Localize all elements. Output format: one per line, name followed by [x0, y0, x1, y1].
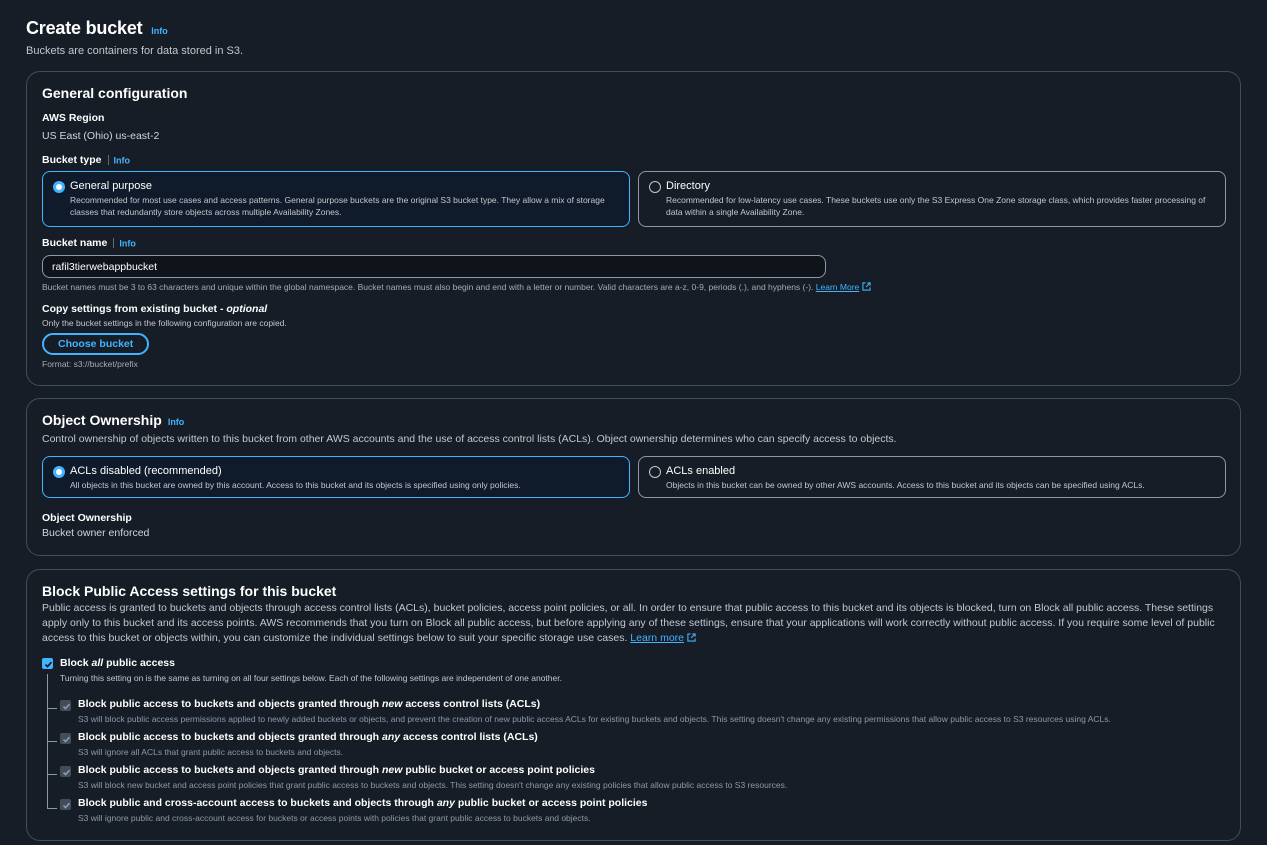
block-public-access-description: Public access is granted to buckets and …	[42, 601, 1227, 646]
radio-selected-icon[interactable]	[53, 466, 65, 478]
label-emphasis: any	[436, 797, 455, 809]
option-description: Objects in this bucket can be owned by o…	[666, 480, 1145, 490]
bucket-name-learn-more-link[interactable]: Learn More	[816, 282, 871, 292]
block-all-public-access-description: Turning this setting on is the same as t…	[60, 673, 562, 683]
bucket-name-info-link[interactable]: Info	[119, 238, 136, 248]
check-icon	[62, 736, 71, 743]
object-ownership-title: Object Ownership	[42, 412, 162, 428]
tree-connector-branch	[47, 808, 57, 809]
object-ownership-result-value: Bucket owner enforced	[42, 527, 150, 539]
bucket-name-hint: Bucket names must be 3 to 63 characters …	[42, 282, 871, 292]
bucket-type-general-purpose-option[interactable]: General purpose Recommended for most use…	[42, 171, 630, 227]
divider	[107, 155, 109, 166]
block-new-policies-label: Block public access to buckets and objec…	[78, 764, 595, 776]
block-new-acls-label: Block public access to buckets and objec…	[78, 698, 540, 710]
divider	[113, 238, 115, 249]
label-emphasis: new	[381, 698, 403, 710]
block-any-acls-description: S3 will ignore all ACLs that grant publi…	[78, 747, 344, 757]
optional-text: optional	[226, 303, 268, 315]
block-any-acls-checkbox[interactable]	[60, 733, 71, 744]
label-part: public bucket or access point policies	[402, 764, 595, 776]
label-part: Block public access to buckets and objec…	[78, 731, 382, 743]
block-all-public-access-checkbox[interactable]	[42, 658, 53, 669]
acls-enabled-option[interactable]: ACLs enabled Objects in this bucket can …	[638, 456, 1226, 498]
object-ownership-description: Control ownership of objects written to …	[42, 433, 897, 445]
label-emphasis: new	[381, 764, 403, 776]
external-link-icon	[687, 633, 696, 642]
label-part: Block public access to buckets and objec…	[78, 764, 382, 776]
label-part: Block public access to buckets and objec…	[78, 698, 382, 710]
bucket-type-label-row: Bucket type Info	[42, 154, 130, 166]
option-title: ACLs disabled (recommended)	[70, 465, 222, 477]
learn-more-text: Learn more	[630, 632, 684, 644]
bucket-type-info-link[interactable]: Info	[114, 155, 131, 165]
block-public-access-panel: Block Public Access settings for this bu…	[26, 569, 1241, 841]
bucket-name-label-row: Bucket name Info	[42, 237, 136, 249]
general-configuration-title: General configuration	[42, 85, 188, 101]
block-public-access-title: Block Public Access settings for this bu…	[42, 583, 337, 599]
check-icon	[62, 802, 71, 809]
radio-selected-icon[interactable]	[53, 181, 65, 193]
bucket-type-label: Bucket type	[42, 154, 102, 166]
tree-connector-branch	[47, 708, 57, 709]
block-public-access-learn-more-link[interactable]: Learn more	[630, 632, 696, 644]
block-public-access-description-text: Public access is granted to buckets and …	[42, 602, 1215, 644]
option-title: General purpose	[70, 180, 152, 192]
check-icon	[62, 703, 71, 710]
copy-settings-label: Copy settings from existing bucket - opt…	[42, 303, 267, 315]
block-all-public-access-label: Block all public access	[60, 657, 175, 669]
option-title: ACLs enabled	[666, 465, 736, 477]
label-part: access control lists (ACLs)	[402, 698, 541, 710]
check-icon	[44, 661, 53, 668]
label-emphasis: any	[381, 731, 401, 743]
tree-connector-branch	[47, 741, 57, 742]
object-ownership-title-row: Object Ownership Info	[42, 412, 184, 428]
block-new-acls-checkbox[interactable]	[60, 700, 71, 711]
block-new-acls-description: S3 will block public access permissions …	[78, 714, 1111, 724]
object-ownership-panel: Object Ownership Info Control ownership o…	[26, 398, 1241, 556]
option-title: Directory	[666, 180, 711, 192]
aws-region-label: AWS Region	[42, 112, 105, 124]
block-any-acls-label: Block public access to buckets and objec…	[78, 731, 538, 743]
option-description: All objects in this bucket are owned by …	[70, 480, 521, 490]
label-part: public bucket or access point policies	[454, 797, 648, 809]
copy-settings-label-text: Copy settings from existing bucket -	[42, 303, 227, 315]
option-description: Recommended for most use cases and acces…	[70, 195, 605, 217]
bucket-name-hint-text: Bucket names must be 3 to 63 characters …	[42, 282, 814, 292]
block-any-policies-label: Block public and cross-account access to…	[78, 797, 648, 809]
acls-disabled-option[interactable]: ACLs disabled (recommended) All objects …	[42, 456, 630, 498]
bucket-type-directory-option[interactable]: Directory Recommended for low-latency us…	[638, 171, 1226, 227]
tree-connector-branch	[47, 774, 57, 775]
block-any-policies-description: S3 will ignore public and cross-account …	[78, 813, 591, 823]
format-hint: Format: s3://bucket/prefix	[42, 359, 138, 369]
label-part: access control lists (ACLs)	[400, 731, 538, 743]
label-part: Block public and cross-account access to…	[78, 797, 437, 809]
aws-region-value: US East (Ohio) us-east-2	[42, 130, 160, 142]
label-part: public access	[103, 657, 175, 669]
label-part: Block	[60, 657, 92, 669]
bucket-name-label: Bucket name	[42, 237, 108, 249]
block-new-policies-description: S3 will block new bucket and access poin…	[78, 780, 788, 790]
learn-more-text: Learn More	[815, 282, 860, 292]
external-link-icon	[862, 282, 871, 291]
page-subtitle: Buckets are containers for data stored i…	[26, 45, 244, 57]
option-description: Recommended for low-latency use cases. T…	[666, 195, 1206, 217]
radio-unselected-icon[interactable]	[649, 466, 661, 478]
page-title: Create bucket	[26, 18, 143, 38]
check-icon	[62, 769, 71, 776]
object-ownership-result-label: Object Ownership	[42, 512, 132, 524]
object-ownership-info-link[interactable]: Info	[168, 417, 185, 427]
block-any-policies-checkbox[interactable]	[60, 799, 71, 810]
block-new-policies-checkbox[interactable]	[60, 766, 71, 777]
page-header: Create bucket Info Buckets are container…	[26, 18, 243, 57]
radio-unselected-icon[interactable]	[649, 181, 661, 193]
general-configuration-panel: General configuration AWS Region US East…	[26, 71, 1241, 386]
bucket-name-input[interactable]	[42, 255, 826, 278]
page-info-link[interactable]: Info	[151, 26, 168, 36]
copy-settings-description: Only the bucket settings in the followin…	[42, 318, 287, 328]
label-emphasis: all	[91, 657, 104, 669]
choose-bucket-button[interactable]: Choose bucket	[42, 333, 150, 355]
